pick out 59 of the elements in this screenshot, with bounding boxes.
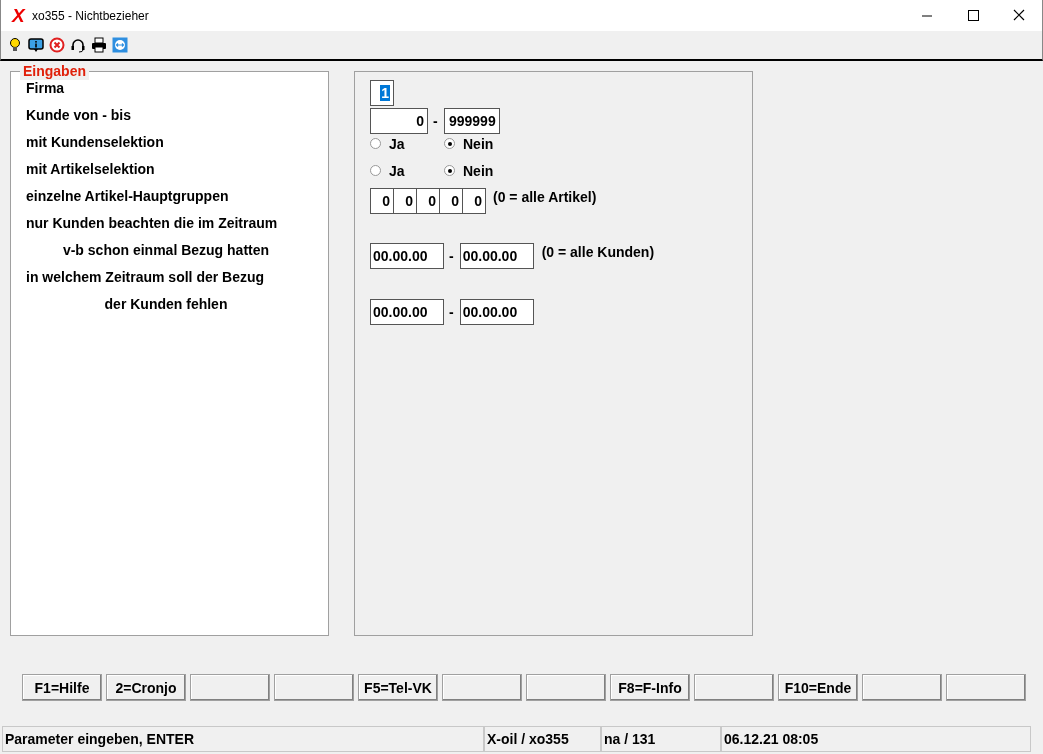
radio-label[interactable]: Nein — [463, 135, 494, 152]
group-legend: Eingaben — [20, 63, 89, 80]
input-field[interactable]: 0 — [439, 187, 463, 214]
blank-key-button[interactable] — [190, 674, 270, 701]
lightbulb-icon[interactable] — [7, 37, 23, 53]
radio-label[interactable]: Ja — [389, 135, 405, 152]
window-title: xo355 - Nichtbezieher — [32, 8, 149, 23]
blank-key-button[interactable] — [862, 674, 942, 701]
field-label: mit Kundenselektion — [26, 134, 164, 152]
radio-label[interactable]: Ja — [389, 162, 405, 179]
blank-key-button[interactable] — [694, 674, 774, 701]
function-key-button[interactable]: 2=Cronjo — [106, 674, 186, 701]
headset-icon[interactable] — [70, 37, 86, 53]
field-label: in welchem Zeitraum soll der Bezug — [26, 269, 265, 287]
field-label: mit Artikelselektion — [26, 161, 155, 179]
printer-icon[interactable] — [91, 37, 107, 53]
hint-text: (0 = alle Artikel) — [493, 188, 597, 205]
input-field[interactable]: 0 — [393, 187, 417, 214]
input-field[interactable]: 0 — [370, 187, 394, 214]
radio-button[interactable] — [444, 165, 455, 176]
input-field[interactable]: 1 — [370, 79, 394, 106]
remote-link-icon[interactable] — [112, 37, 128, 53]
range-separator: - — [449, 303, 454, 320]
field-label: Firma — [26, 80, 65, 98]
field-label: nur Kunden beachten die im Zeitraum — [26, 215, 278, 233]
blank-key-button[interactable] — [526, 674, 606, 701]
field-label: v-b schon einmal Bezug hatten — [62, 242, 270, 260]
blank-key-button[interactable] — [442, 674, 522, 701]
error-icon[interactable] — [49, 37, 65, 53]
input-field[interactable]: 00.00.00 — [370, 298, 444, 325]
blank-key-button[interactable] — [274, 674, 354, 701]
hint-text: (0 = alle Kunden) — [541, 243, 655, 260]
field-label: einzelne Artikel-Hauptgruppen — [26, 188, 229, 206]
field-label: Kunde von - bis — [26, 107, 131, 125]
status-segment: 06.12.21 08:05 — [721, 726, 1031, 752]
input-field[interactable]: 0 — [462, 187, 486, 214]
status-segment: X-oil / xo355 — [484, 726, 601, 752]
input-field[interactable]: 00.00.00 — [459, 242, 534, 269]
app-logo: X — [12, 5, 27, 26]
function-key-button[interactable]: F10=Ende — [778, 674, 858, 701]
input-field[interactable]: 0 — [370, 107, 428, 134]
blank-key-button[interactable] — [946, 674, 1026, 701]
status-segment: na / 131 — [601, 726, 721, 752]
input-field[interactable]: 999999 — [443, 107, 500, 134]
function-key-button[interactable]: F5=Tel-VK — [358, 674, 438, 701]
input-field[interactable]: 0 — [416, 187, 440, 214]
status-segment: Parameter eingeben, ENTER — [2, 726, 484, 752]
input-field[interactable]: 00.00.00 — [370, 242, 444, 269]
info-icon[interactable] — [28, 37, 44, 53]
radio-button[interactable] — [370, 165, 381, 176]
radio-button[interactable] — [370, 138, 381, 149]
input-field[interactable]: 00.00.00 — [459, 298, 534, 325]
radio-button[interactable] — [444, 138, 455, 149]
function-key-button[interactable]: F1=Hilfe — [22, 674, 102, 701]
field-label: der Kunden fehlen — [104, 296, 228, 314]
range-separator: - — [449, 247, 454, 264]
range-separator: - — [433, 112, 438, 129]
radio-label[interactable]: Nein — [463, 162, 494, 179]
function-key-button[interactable]: F8=F-Info — [610, 674, 690, 701]
